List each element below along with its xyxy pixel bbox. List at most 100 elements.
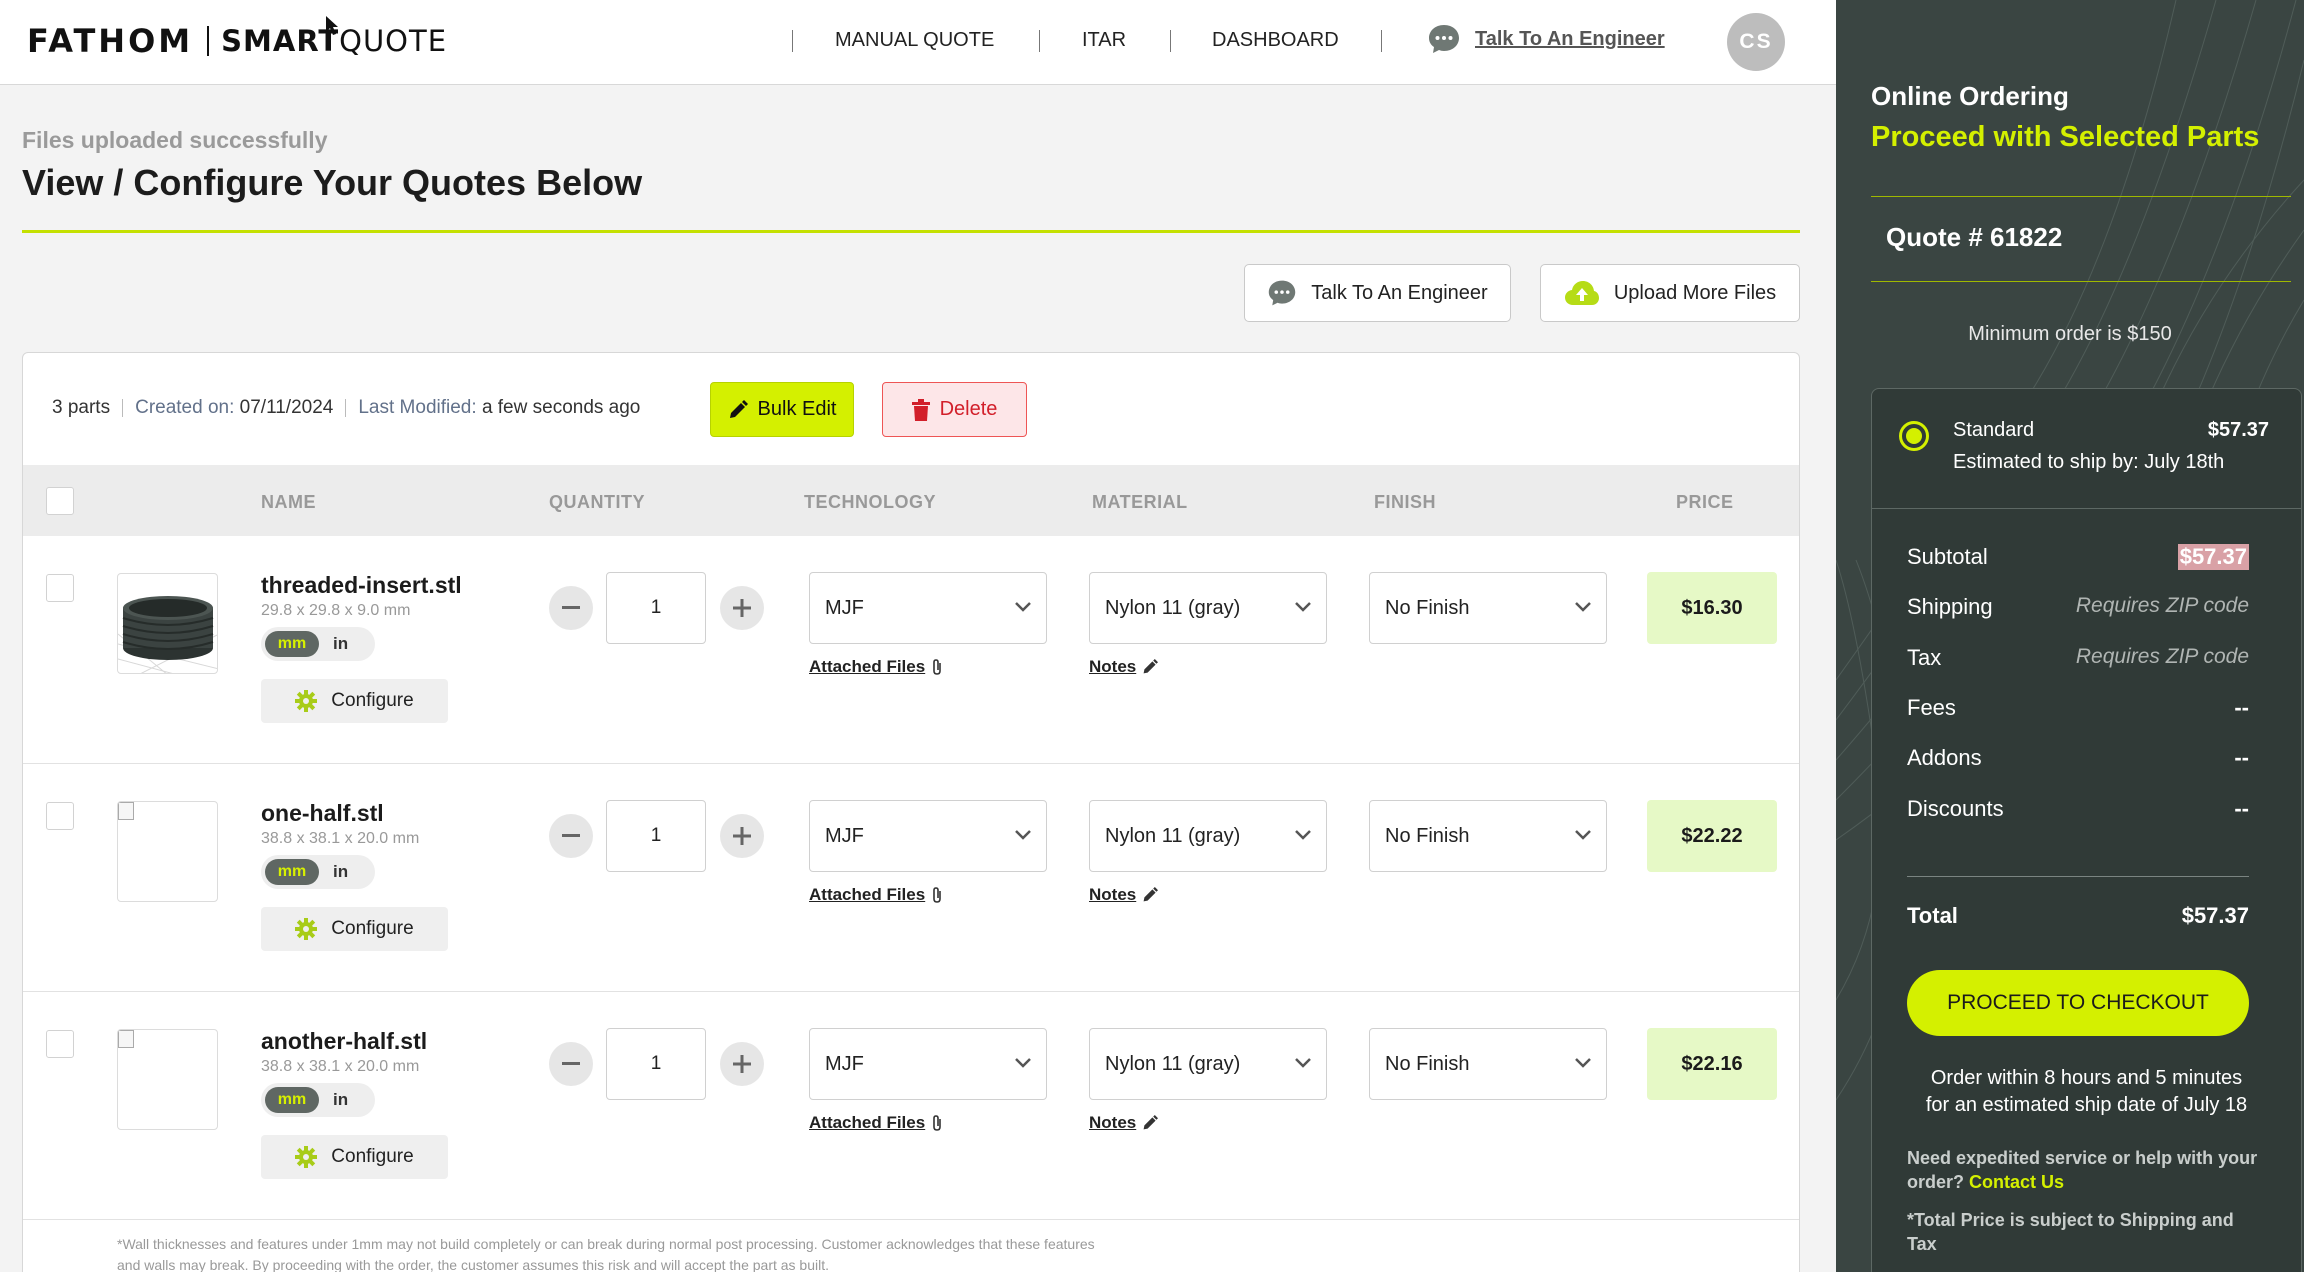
finish-select[interactable]: No Finish xyxy=(1369,1028,1607,1100)
quantity-input[interactable]: 1 xyxy=(606,1028,706,1100)
chevron-down-icon xyxy=(1015,602,1031,612)
finish-value: No Finish xyxy=(1385,596,1470,619)
attached-files-link[interactable]: Attached Files xyxy=(809,657,943,677)
plus-icon xyxy=(733,599,751,617)
finish-select[interactable]: No Finish xyxy=(1369,572,1607,644)
technology-select[interactable]: MJF xyxy=(809,1028,1047,1100)
gear-icon xyxy=(295,690,318,712)
quantity-increase-button[interactable] xyxy=(720,814,764,858)
proceed-to-checkout-button[interactable]: PROCEED TO CHECKOUT xyxy=(1907,970,2249,1036)
nav-itar[interactable]: ITAR xyxy=(1082,29,1126,52)
row-select-checkbox[interactable] xyxy=(46,802,74,830)
column-finish: FINISH xyxy=(1374,492,1437,512)
finish-select[interactable]: No Finish xyxy=(1369,800,1607,872)
quote-parts-card: 3 parts Created on: 07/11/2024 Last Modi… xyxy=(22,352,1800,1272)
unit-mm-option[interactable]: mm xyxy=(265,1087,319,1113)
nav-manual-quote[interactable]: MANUAL QUOTE xyxy=(835,29,994,52)
modified-label: Last Modified: xyxy=(358,397,477,418)
material-select[interactable]: Nylon 11 (gray) xyxy=(1089,1028,1327,1100)
attached-files-link[interactable]: Attached Files xyxy=(809,1113,943,1133)
nav-divider xyxy=(792,30,793,52)
part-row: another-half.stl 38.8 x 38.1 x 20.0 mm m… xyxy=(23,992,1799,1220)
wall-thickness-disclaimer: *Wall thicknesses and features under 1mm… xyxy=(117,1236,1095,1272)
chevron-down-icon xyxy=(1015,1058,1031,1068)
upload-more-files-label: Upload More Files xyxy=(1613,281,1777,304)
talk-to-engineer-label: Talk To An Engineer xyxy=(1475,27,1665,50)
modified-value: a few seconds ago xyxy=(481,397,641,418)
material-select[interactable]: Nylon 11 (gray) xyxy=(1089,572,1327,644)
unit-in-option[interactable]: in xyxy=(333,634,348,654)
select-all-checkbox[interactable] xyxy=(46,487,74,515)
unit-in-option[interactable]: in xyxy=(333,1090,348,1110)
column-material: MATERIAL xyxy=(1092,492,1188,512)
nav-divider xyxy=(1039,30,1040,52)
cursor-icon xyxy=(326,16,338,35)
unit-toggle[interactable]: mm in xyxy=(261,855,375,889)
part-thumbnail[interactable] xyxy=(117,573,218,674)
minimum-order-note: Minimum order is $150 xyxy=(1968,323,2172,345)
fees-value: -- xyxy=(2234,695,2249,720)
configure-button[interactable]: Configure xyxy=(261,1135,448,1179)
notes-link[interactable]: Notes xyxy=(1089,885,1159,905)
part-3d-preview xyxy=(118,596,217,673)
help-text: Need expedited service or help with your… xyxy=(1907,1148,2258,1192)
delete-button[interactable]: Delete xyxy=(882,382,1027,437)
shipping-standard-radio[interactable] xyxy=(1899,421,1929,451)
part-thumbnail[interactable] xyxy=(117,801,218,902)
shipping-option-label: Standard xyxy=(1953,419,2035,441)
pencil-icon xyxy=(1143,1115,1159,1130)
talk-to-engineer-link[interactable]: Talk To An Engineer xyxy=(1427,22,1665,56)
pencil-icon xyxy=(729,399,748,418)
broken-image-icon xyxy=(118,1030,134,1048)
chevron-down-icon xyxy=(1575,602,1591,612)
unit-toggle[interactable]: mm in xyxy=(261,1083,375,1117)
configure-label: Configure xyxy=(331,690,414,711)
unit-in-option[interactable]: in xyxy=(333,862,348,882)
chevron-down-icon xyxy=(1295,1058,1311,1068)
broken-image-icon xyxy=(118,802,134,820)
unit-toggle[interactable]: mm in xyxy=(261,627,375,661)
attached-files-link[interactable]: Attached Files xyxy=(809,885,943,905)
row-select-checkbox[interactable] xyxy=(46,1030,74,1058)
user-avatar[interactable]: CS xyxy=(1727,13,1785,71)
quantity-input[interactable]: 1 xyxy=(606,800,706,872)
nav-dashboard[interactable]: DASHBOARD xyxy=(1212,29,1339,52)
column-price: PRICE xyxy=(1676,492,1734,512)
material-select[interactable]: Nylon 11 (gray) xyxy=(1089,800,1327,872)
material-value: Nylon 11 (gray) xyxy=(1105,596,1241,619)
configure-button[interactable]: Configure xyxy=(261,907,448,951)
chevron-down-icon xyxy=(1295,830,1311,840)
summary-row-tax: Tax Requires ZIP code xyxy=(1907,645,2249,670)
chat-bubble-icon xyxy=(1269,280,1296,306)
quantity-decrease-button[interactable] xyxy=(549,814,593,858)
fathom-smartquote-logo[interactable]: FATHOM SMARTQUOTE xyxy=(27,22,447,60)
quantity-decrease-button[interactable] xyxy=(549,1042,593,1086)
quantity-input[interactable]: 1 xyxy=(606,572,706,644)
talk-to-engineer-button[interactable]: Talk To An Engineer xyxy=(1244,264,1511,322)
row-select-checkbox[interactable] xyxy=(46,574,74,602)
minus-icon xyxy=(562,1062,580,1065)
technology-select[interactable]: MJF xyxy=(809,800,1047,872)
technology-value: MJF xyxy=(825,824,864,847)
configure-button[interactable]: Configure xyxy=(261,679,448,723)
unit-mm-option[interactable]: mm xyxy=(265,631,319,657)
part-thumbnail[interactable] xyxy=(117,1029,218,1130)
technology-select[interactable]: MJF xyxy=(809,572,1047,644)
part-row: one-half.stl 38.8 x 38.1 x 20.0 mm mm in… xyxy=(23,764,1799,992)
contact-us-link[interactable]: Contact Us xyxy=(1969,1172,2064,1192)
subtotal-value: $57.37 xyxy=(2177,544,2249,570)
paperclip-icon xyxy=(933,887,942,903)
part-name: another-half.stl xyxy=(261,1028,428,1054)
notes-link[interactable]: Notes xyxy=(1089,1113,1159,1133)
unit-mm-option[interactable]: mm xyxy=(265,859,319,885)
online-ordering-panel: Online Ordering Proceed with Selected Pa… xyxy=(1836,0,2304,1272)
upload-more-files-button[interactable]: Upload More Files xyxy=(1540,264,1800,322)
bulk-edit-button[interactable]: Bulk Edit xyxy=(710,382,854,437)
notes-link[interactable]: Notes xyxy=(1089,657,1159,677)
technology-value: MJF xyxy=(825,1052,864,1075)
quantity-decrease-button[interactable] xyxy=(549,586,593,630)
quantity-increase-button[interactable] xyxy=(720,1042,764,1086)
summary-row-discounts: Discounts -- xyxy=(1907,796,2249,821)
quantity-increase-button[interactable] xyxy=(720,586,764,630)
cloud-upload-icon xyxy=(1564,281,1599,305)
